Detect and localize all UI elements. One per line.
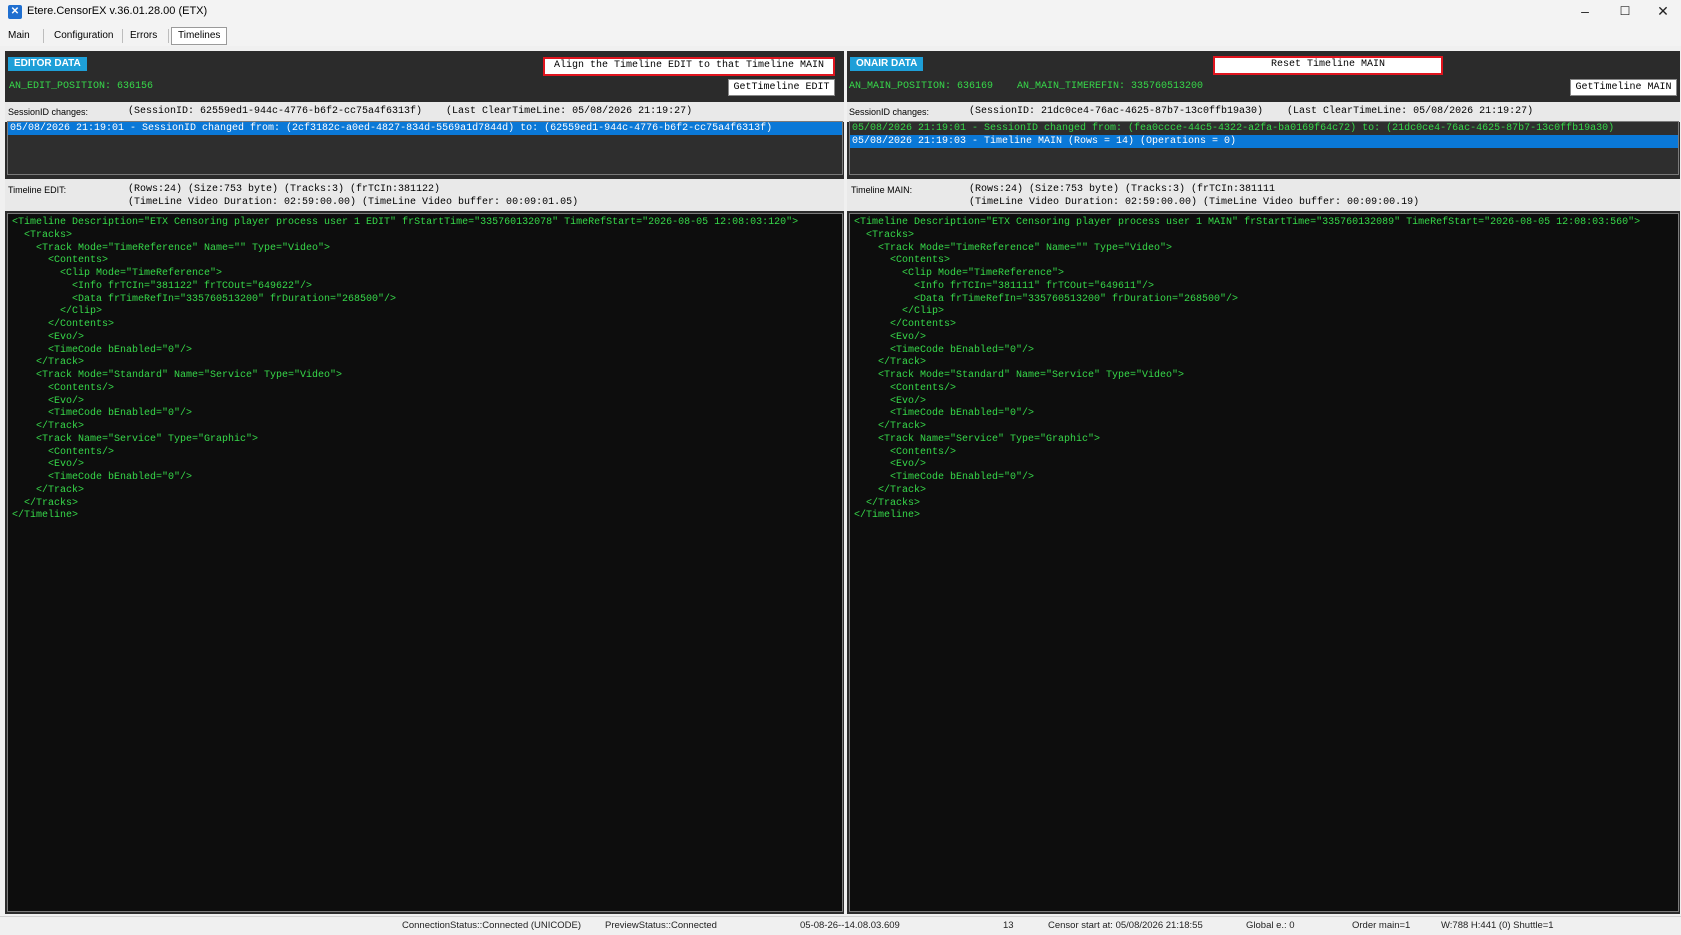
get-timeline-main-button[interactable]: GetTimeline MAIN (1570, 79, 1677, 96)
session-info-row: SessionID changes: (SessionID: 21dc0ce4-… (847, 102, 1680, 122)
window-title: Etere.CensorEX v.36.01.28.00 (ETX) (27, 5, 208, 17)
timeline-edit-stats: (Rows:24) (Size:753 byte) (Tracks:3) (fr… (128, 184, 441, 195)
tab-configuration[interactable]: Configuration (48, 28, 119, 44)
status-count: 13 (1003, 920, 1014, 931)
align-timeline-button[interactable]: Align the Timeline EDIT to that Timeline… (543, 57, 835, 76)
timeline-main-xml[interactable]: <Timeline Description="ETX Censoring pla… (849, 213, 1679, 912)
reset-timeline-main-button[interactable]: Reset Timeline MAIN (1213, 56, 1443, 75)
session-text: (SessionID: 21dc0ce4-76ac-4625-87b7-13c0… (969, 106, 1534, 117)
tab-separator (122, 29, 123, 43)
timeline-edit-xml[interactable]: <Timeline Description="ETX Censoring pla… (7, 213, 843, 912)
timeline-edit-duration: (TimeLine Video Duration: 02:59:00.00) (… (128, 197, 579, 208)
xml-content: <Timeline Description="ETX Censoring pla… (12, 217, 799, 522)
tab-separator (43, 29, 44, 43)
status-datetime: 05-08-26--14.08.03.609 (800, 920, 900, 931)
timeline-main-duration: (TimeLine Video Duration: 02:59:00.00) (… (969, 197, 1420, 208)
global-errors: Global e.: 0 (1246, 920, 1295, 931)
onair-panel: ONAIR DATA Reset Timeline MAIN AN_MAIN_P… (847, 51, 1680, 914)
session-text: (SessionID: 62559ed1-944c-4776-b6f2-cc75… (128, 106, 693, 117)
minimize-button[interactable]: – (1565, 0, 1605, 24)
timeline-main-header: Timeline MAIN: (Rows:24) (Size:753 byte)… (847, 179, 1680, 211)
editor-data-badge: EDITOR DATA (8, 57, 87, 71)
list-item[interactable]: 05/08/2026 21:19:01 - SessionID changed … (8, 122, 842, 135)
session-changes-list[interactable]: 05/08/2026 21:19:01 - SessionID changed … (7, 121, 843, 175)
edit-position: AN_EDIT_POSITION: 636156 (9, 81, 154, 92)
title-bar: ✕ Etere.CensorEX v.36.01.28.00 (ETX) – ☐… (0, 0, 1681, 24)
session-changes-list[interactable]: 05/08/2026 21:19:01 - SessionID changed … (849, 121, 1679, 175)
list-item[interactable]: 05/08/2026 21:19:01 - SessionID changed … (850, 122, 1678, 135)
tab-timelines[interactable]: Timelines (171, 27, 228, 45)
session-info-row: SessionID changes: (SessionID: 62559ed1-… (5, 102, 844, 122)
onair-data-badge: ONAIR DATA (850, 57, 924, 71)
size-shuttle: W:788 H:441 (0) Shuttle=1 (1441, 920, 1554, 931)
timeline-edit-header: Timeline EDIT: (Rows:24) (Size:753 byte)… (5, 179, 844, 211)
list-item[interactable]: 05/08/2026 21:19:03 - Timeline MAIN (Row… (850, 135, 1678, 148)
tab-errors[interactable]: Errors (124, 28, 163, 44)
tab-separator (168, 29, 169, 43)
tab-bar: Main Configuration Errors Timelines (0, 24, 1681, 46)
close-button[interactable]: ✕ (1643, 0, 1681, 24)
editor-panel: EDITOR DATA Align the Timeline EDIT to t… (5, 51, 844, 914)
timeline-edit-label: Timeline EDIT: (8, 185, 67, 195)
get-timeline-edit-button[interactable]: GetTimeline EDIT (728, 79, 835, 96)
tab-main[interactable]: Main (2, 28, 36, 44)
xml-content: <Timeline Description="ETX Censoring pla… (854, 217, 1641, 522)
preview-status: PreviewStatus::Connected (605, 920, 717, 931)
main-position: AN_MAIN_POSITION: 636169 AN_MAIN_TIMEREF… (849, 81, 1204, 92)
session-label: SessionID changes: (849, 107, 930, 117)
status-bar: ConnectionStatus::Connected (UNICODE) Pr… (0, 916, 1681, 935)
session-label: SessionID changes: (8, 107, 89, 117)
timeline-main-stats: (Rows:24) (Size:753 byte) (Tracks:3) (fr… (969, 184, 1276, 195)
maximize-button[interactable]: ☐ (1605, 0, 1645, 24)
censor-start: Censor start at: 05/08/2026 21:18:55 (1048, 920, 1203, 931)
app-icon: ✕ (8, 5, 22, 19)
connection-status: ConnectionStatus::Connected (UNICODE) (402, 920, 581, 931)
order-main: Order main=1 (1352, 920, 1411, 931)
timeline-main-label: Timeline MAIN: (851, 185, 913, 195)
